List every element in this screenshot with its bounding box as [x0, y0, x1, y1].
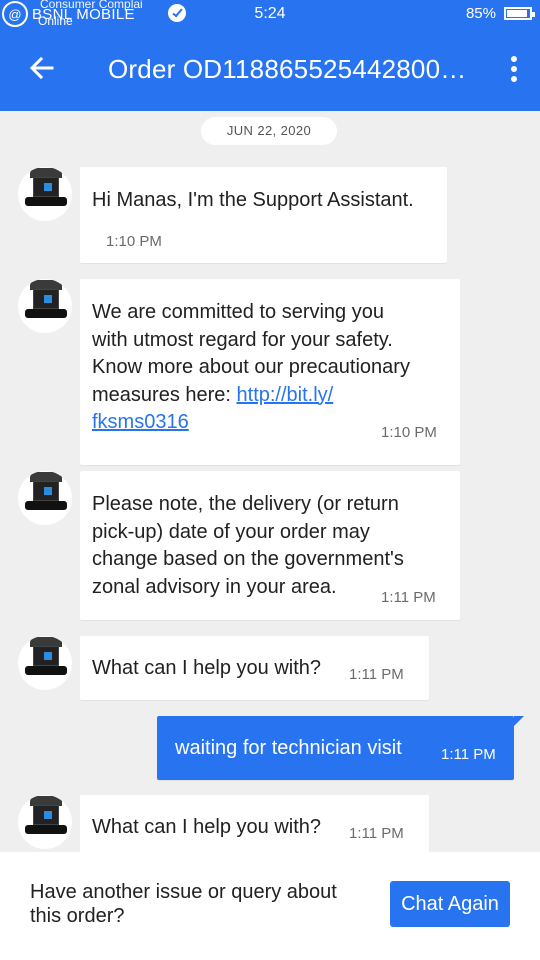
bot-message: We are committed to serving you with utm… — [80, 279, 460, 465]
bot-message: What can I help you with? 1:11 PM — [80, 636, 429, 700]
chat-again-button[interactable]: Chat Again — [390, 881, 510, 927]
message-time: 1:11 PM — [441, 746, 496, 763]
bot-message: What can I help you with? 1:11 PM — [80, 795, 429, 852]
date-separator: JUN 22, 2020 — [201, 117, 337, 145]
another-issue-text: Have another issue or query about this o… — [30, 881, 337, 927]
chat-area[interactable]: JUN 22, 2020 Hi Manas, I'm the Support A… — [0, 111, 540, 852]
message-text: We are committed to serving you with utm… — [92, 299, 410, 437]
link-part1[interactable]: http://bit.ly/ — [237, 384, 334, 406]
message-line: Know more about our precautionary — [92, 356, 410, 378]
message-line: change based on the government's — [92, 548, 404, 570]
message-line: Please note, the delivery (or return — [92, 493, 399, 515]
more-vert-icon[interactable] — [510, 56, 518, 82]
message-line: pick-up) date of your order may — [92, 520, 370, 543]
message-line: We are committed to serving you — [92, 301, 384, 323]
message-text: waiting for technician visit — [175, 737, 402, 759]
message-line: zonal advisory in your area. — [92, 575, 337, 598]
support-assistant-avatar — [18, 795, 72, 849]
support-assistant-avatar — [18, 167, 72, 221]
message-line-text: measures here: — [92, 383, 237, 406]
support-assistant-avatar — [18, 636, 72, 690]
message-text: Hi Manas, I'm the Support Assistant. — [92, 189, 414, 211]
bottom-bar: Have another issue or query about this o… — [0, 852, 540, 960]
message-time: 1:11 PM — [381, 589, 436, 606]
status-time: 5:24 — [254, 5, 286, 22]
message-time: 1:11 PM — [349, 666, 404, 683]
message-text: What can I help you with? — [92, 657, 322, 679]
app-bar: Order OD118865525442800000 — [0, 28, 540, 111]
status-right: 85% — [465, 5, 535, 22]
support-assistant-avatar — [18, 279, 72, 333]
message-time: 1:10 PM — [381, 424, 437, 441]
message-line: with utmost regard for your safety. — [92, 328, 393, 351]
message-time: 1:10 PM — [106, 233, 162, 250]
battery-percent: 85% — [465, 5, 496, 22]
message-text: Please note, the delivery (or return pic… — [92, 491, 404, 601]
battery-icon — [504, 7, 535, 20]
bot-message: Hi Manas, I'm the Support Assistant. 1:1… — [80, 167, 447, 263]
support-assistant-avatar — [18, 471, 72, 525]
status-bar: @ Consumer Complai BSNL MOBILE Online 5:… — [0, 0, 540, 28]
message-line: measures here: http://bit.ly/ — [92, 382, 410, 410]
page-title: Order OD118865525442800000 — [108, 54, 473, 84]
message-line: fksms0316 — [92, 409, 410, 437]
back-arrow-icon[interactable] — [26, 52, 58, 84]
message-text: What can I help you with? — [92, 816, 322, 838]
user-message: waiting for technician visit 1:11 PM — [157, 716, 514, 780]
message-time: 1:11 PM — [349, 825, 404, 842]
user-message-tail — [514, 716, 524, 726]
link-part2[interactable]: fksms0316 — [92, 411, 189, 433]
bot-message: Please note, the delivery (or return pic… — [80, 471, 460, 620]
